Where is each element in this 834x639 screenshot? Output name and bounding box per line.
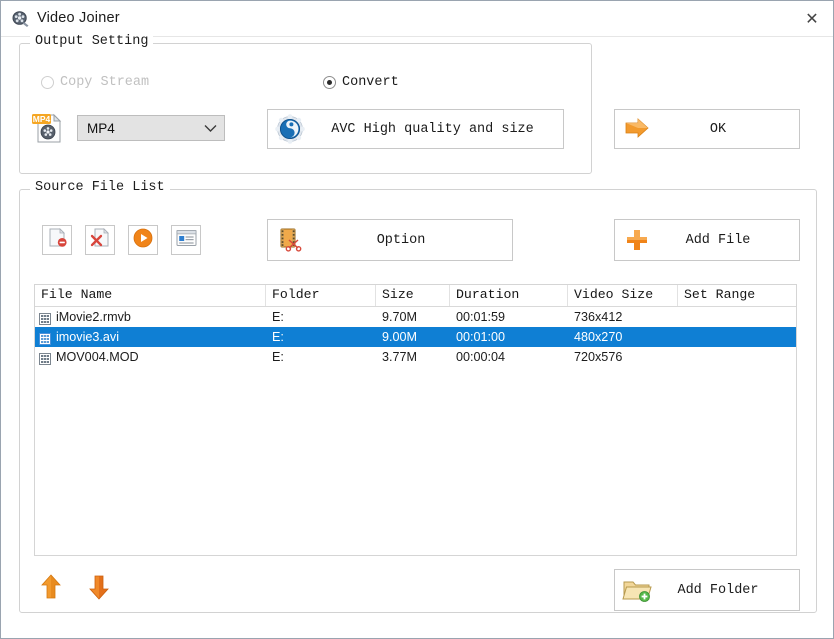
play-circle-icon xyxy=(133,228,153,253)
add-file-button[interactable]: Add File xyxy=(614,219,800,261)
source-file-list-legend: Source File List xyxy=(30,180,170,195)
column-header-duration[interactable]: Duration xyxy=(450,285,568,306)
format-select[interactable]: MP4 xyxy=(77,115,225,141)
table-row[interactable]: imovie3.avi E: 9.00M 00:01:00 480x270 xyxy=(35,327,796,347)
option-button-label: Option xyxy=(312,233,512,248)
cell-folder: E: xyxy=(266,307,376,327)
add-folder-button[interactable]: Add Folder xyxy=(614,569,800,611)
cell-size: 9.00M xyxy=(376,327,450,347)
arrow-up-icon xyxy=(40,574,62,605)
ok-button-label: OK xyxy=(659,122,799,137)
folder-add-icon xyxy=(615,577,659,603)
cell-folder: E: xyxy=(266,347,376,367)
cell-duration: 00:00:04 xyxy=(450,347,568,367)
film-scissors-icon xyxy=(268,226,312,254)
cell-video-size: 736x412 xyxy=(568,307,678,327)
cell-video-size: 720x576 xyxy=(568,347,678,367)
orange-arrow-right-icon xyxy=(615,116,659,142)
table-header-row: File Name Folder Size Duration Video Siz… xyxy=(35,285,796,307)
file-list-table[interactable]: File Name Folder Size Duration Video Siz… xyxy=(34,284,797,556)
file-properties-icon xyxy=(176,229,197,252)
copy-stream-label: Copy Stream xyxy=(60,75,149,90)
play-button[interactable] xyxy=(128,225,158,255)
column-header-folder[interactable]: Folder xyxy=(266,285,376,306)
convert-radio[interactable]: Convert xyxy=(323,75,399,90)
video-file-icon xyxy=(39,351,51,363)
table-row[interactable]: iMovie2.rmvb E: 9.70M 00:01:59 736x412 xyxy=(35,307,796,327)
cell-file-name: iMovie2.rmvb xyxy=(56,307,131,327)
orange-plus-icon xyxy=(615,226,659,254)
preset-button-label: AVC High quality and size xyxy=(312,122,563,137)
cell-folder: E: xyxy=(266,327,376,347)
film-reel-icon xyxy=(11,10,30,29)
chevron-down-icon xyxy=(200,124,220,133)
move-up-button[interactable] xyxy=(37,575,65,603)
output-setting-legend: Output Setting xyxy=(30,34,153,49)
cell-size: 3.77M xyxy=(376,347,450,367)
ok-button[interactable]: OK xyxy=(614,109,800,149)
column-header-file-name[interactable]: File Name xyxy=(35,285,266,306)
table-row[interactable]: MOV004.MOD E: 3.77M 00:00:04 720x576 xyxy=(35,347,796,367)
convert-label: Convert xyxy=(342,75,399,90)
window-title: Video Joiner xyxy=(37,10,120,26)
radio-dot-icon xyxy=(323,76,336,89)
add-file-button-label: Add File xyxy=(659,233,799,248)
remove-file-button[interactable] xyxy=(42,225,72,255)
preset-button[interactable]: AVC High quality and size xyxy=(267,109,564,149)
file-remove-icon xyxy=(47,227,68,253)
video-file-icon xyxy=(39,311,51,323)
cell-video-size: 480x270 xyxy=(568,327,678,347)
cell-size: 9.70M xyxy=(376,307,450,327)
column-header-video-size[interactable]: Video Size xyxy=(568,285,678,306)
title-bar: Video Joiner ✕ xyxy=(1,1,834,37)
blue-gear-icon xyxy=(268,114,312,144)
close-icon[interactable]: ✕ xyxy=(789,1,834,36)
file-delete-icon xyxy=(90,227,111,253)
video-file-icon xyxy=(39,331,51,343)
svg-text:MP4: MP4 xyxy=(33,114,51,124)
column-header-size[interactable]: Size xyxy=(376,285,450,306)
move-down-button[interactable] xyxy=(85,575,113,603)
column-header-set-range[interactable]: Set Range xyxy=(678,285,796,306)
properties-button[interactable] xyxy=(171,225,201,255)
cell-duration: 00:01:59 xyxy=(450,307,568,327)
option-button[interactable]: Option xyxy=(267,219,513,261)
format-select-value: MP4 xyxy=(87,121,200,136)
delete-file-button[interactable] xyxy=(85,225,115,255)
copy-stream-radio[interactable]: Copy Stream xyxy=(41,75,149,90)
cell-file-name: MOV004.MOD xyxy=(56,347,139,367)
video-joiner-window: Video Joiner ✕ Output Setting Copy Strea… xyxy=(0,0,834,639)
cell-file-name: imovie3.avi xyxy=(56,327,119,347)
radio-dot-icon xyxy=(41,76,54,89)
mp4-file-icon: MP4 xyxy=(32,111,64,145)
cell-duration: 00:01:00 xyxy=(450,327,568,347)
add-folder-button-label: Add Folder xyxy=(659,583,799,598)
arrow-down-icon xyxy=(88,574,110,605)
